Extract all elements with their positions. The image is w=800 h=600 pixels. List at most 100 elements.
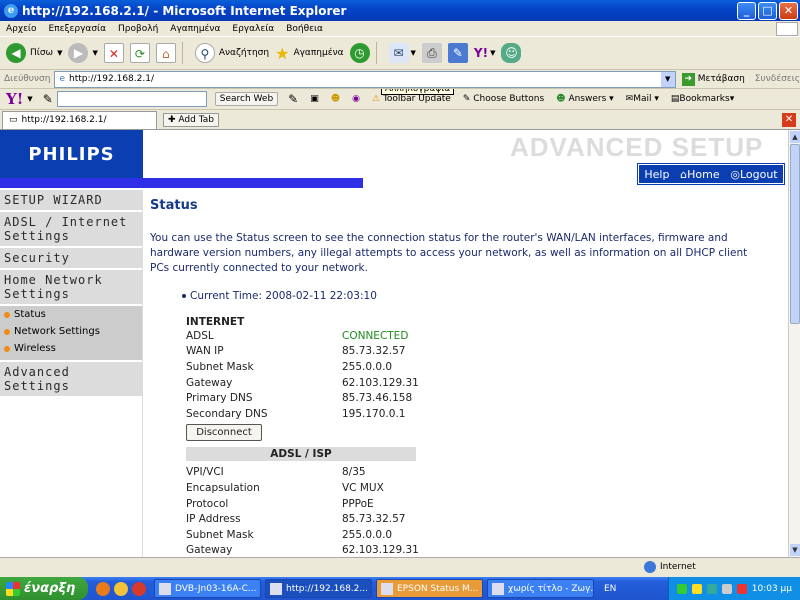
chevron-down-icon[interactable]: ▼ — [27, 95, 32, 103]
menu-help[interactable]: Βοήθεια — [280, 24, 329, 34]
start-button[interactable]: έναρξη — [0, 577, 88, 600]
chevron-down-icon[interactable]: ▼ — [57, 49, 62, 57]
app-icon[interactable] — [132, 581, 146, 596]
philips-logo: PHILIPS — [0, 130, 143, 178]
address-label: Διεύθυνση — [4, 74, 51, 84]
toolbar-update-button[interactable]: ⚠ Toolbar Update — [372, 94, 451, 104]
print-button[interactable]: ⎙ — [421, 43, 442, 63]
taskbar-item-ie[interactable]: http://192.168.2... — [265, 579, 372, 598]
mail-yahoo-button[interactable]: ✉Mail ▾ — [626, 94, 659, 104]
taskbar-item-epson[interactable]: EPSON Status M... — [376, 579, 483, 598]
row-value: 195.170.0.1 — [342, 407, 406, 420]
firefox-icon[interactable] — [96, 581, 110, 596]
media-icon[interactable] — [114, 581, 128, 596]
links-label[interactable]: Συνδέσεις — [755, 74, 800, 84]
add-tab-button[interactable]: ✚ Add Tab — [163, 112, 219, 127]
address-url: http://192.168.2.1/ — [68, 74, 154, 84]
menu-tools[interactable]: Εργαλεία — [226, 24, 280, 34]
task-label: DVB-Jn03-16A-C... — [175, 583, 257, 594]
language-indicator[interactable]: EN — [604, 584, 616, 594]
back-label: Πίσω — [30, 48, 54, 58]
search-web-button[interactable]: Search Web — [214, 92, 279, 106]
row-value: 255.0.0.0 — [342, 360, 393, 373]
help-link[interactable]: Help — [644, 168, 669, 181]
printer-icon — [381, 582, 393, 595]
chevron-down-icon[interactable]: ▼ — [490, 49, 495, 57]
search-button[interactable]: ⚲ Αναζήτηση — [194, 43, 270, 63]
disconnect-button[interactable]: Disconnect — [186, 423, 262, 441]
chevron-down-icon[interactable]: ▼ — [411, 49, 416, 57]
menu-favorites[interactable]: Αγαπημένα — [164, 24, 226, 34]
sidebar-item-adsl-internet[interactable]: ADSL / Internet Settings — [0, 212, 142, 248]
minimize-button[interactable]: _ — [737, 1, 756, 20]
table-row: Gateway 62.103.129.31 — [186, 543, 780, 557]
lock-icon[interactable]: ▣ — [310, 94, 319, 104]
choose-buttons-button[interactable]: ✎ Choose Buttons — [463, 94, 544, 104]
highlight-icon[interactable]: ✎ — [288, 92, 298, 106]
row-value: 62.103.129.31 — [342, 376, 419, 389]
maximize-button[interactable]: □ — [758, 1, 777, 20]
yahoo-search-input[interactable] — [56, 91, 207, 107]
chevron-down-icon[interactable]: ▼ — [660, 71, 675, 87]
favorites-button[interactable]: ★ Αγαπημένα — [275, 44, 343, 63]
sidebar-item-status[interactable]: Status — [4, 306, 138, 323]
sidebar-item-security[interactable]: Security — [0, 248, 142, 270]
history-button[interactable]: ◷ — [349, 43, 370, 63]
yahoo-logo[interactable]: Y! — [0, 90, 27, 108]
sidebar-item-home-network[interactable]: Home Network Settings — [0, 270, 142, 306]
scroll-up-icon[interactable]: ▲ — [790, 131, 800, 143]
mail-button[interactable]: ✉ ▼ — [388, 43, 416, 63]
back-button[interactable]: ◀ Πίσω ▼ — [6, 43, 62, 63]
paint-icon — [492, 582, 504, 595]
messenger-button[interactable]: ☺ — [501, 43, 522, 63]
scroll-thumb[interactable] — [790, 144, 800, 324]
ie-icon: e — [4, 3, 18, 18]
taskbar-item-dvb[interactable]: DVB-Jn03-16A-C... — [154, 579, 261, 598]
sidebar-item-advanced[interactable]: Advanced Settings — [0, 362, 142, 398]
chevron-down-icon[interactable]: ▼ — [92, 49, 97, 57]
taskbar-item-paint[interactable]: χωρίς τίτλο - Ζωγ... — [487, 579, 594, 598]
sidebar-item-wireless[interactable]: Wireless — [4, 340, 138, 357]
printer-tray-icon[interactable] — [721, 583, 732, 594]
menu-view[interactable]: Προβολή — [112, 24, 164, 34]
search-label: Αναζήτηση — [218, 48, 270, 58]
stop-button[interactable]: ✕ — [103, 43, 124, 63]
logout-link[interactable]: ◎Logout — [730, 168, 777, 181]
address-input[interactable]: e http://192.168.2.1/ ▼ — [54, 70, 676, 88]
bookmarks-button[interactable]: ▤Bookmarks▾ — [671, 94, 734, 104]
scroll-down-icon[interactable]: ▼ — [790, 544, 800, 556]
vertical-scrollbar[interactable]: ▲ ▼ — [788, 130, 800, 557]
yahoo-button[interactable]: Y! ▼ — [474, 46, 496, 60]
bullet-icon — [4, 311, 10, 318]
toolbar-update-label: Toolbar Update — [382, 94, 451, 104]
menu-file[interactable]: Αρχείο — [0, 24, 43, 34]
bullet-icon — [182, 294, 186, 298]
stop-icon: ✕ — [103, 43, 124, 63]
row-key: Primary DNS — [186, 392, 253, 405]
close-button[interactable]: ✕ — [779, 1, 798, 20]
go-button[interactable]: ➜ Μετάβαση — [681, 72, 745, 86]
refresh-button[interactable]: ⟳ — [129, 43, 150, 63]
smiley-icon[interactable]: ☻ — [331, 94, 340, 104]
close-tab-icon[interactable]: ✕ — [782, 112, 796, 127]
security-icon[interactable] — [706, 583, 717, 594]
sidebar-item-setup-wizard[interactable]: SETUP WIZARD — [0, 190, 142, 212]
printer-icon: ⎙ — [421, 43, 442, 63]
messenger-yahoo-icon[interactable]: ◉ — [352, 94, 360, 104]
menu-edit[interactable]: Επεξεργασία — [43, 24, 113, 34]
home-link[interactable]: ⌂Home — [680, 168, 719, 181]
pencil-icon[interactable]: ✎ — [43, 92, 53, 106]
update-icon[interactable] — [736, 583, 747, 594]
forward-button[interactable]: ▶ ▼ — [68, 43, 98, 63]
home-button[interactable]: ⌂ — [155, 43, 176, 63]
tab-current[interactable]: ▭ http://192.168.2.1/ — [2, 110, 157, 129]
edit-button[interactable]: ✎ — [447, 43, 468, 63]
row-value: 85.73.46.158 — [342, 392, 413, 405]
shield-icon[interactable] — [691, 583, 702, 594]
star-icon: ★ — [275, 43, 290, 63]
warning-icon: ⚠ — [371, 94, 381, 104]
network-icon[interactable] — [676, 583, 687, 594]
zone-label: Internet — [660, 562, 696, 572]
answers-button[interactable]: ☻ Answers ▾ — [556, 94, 614, 104]
sidebar-item-network-settings[interactable]: Network Settings — [4, 323, 138, 340]
